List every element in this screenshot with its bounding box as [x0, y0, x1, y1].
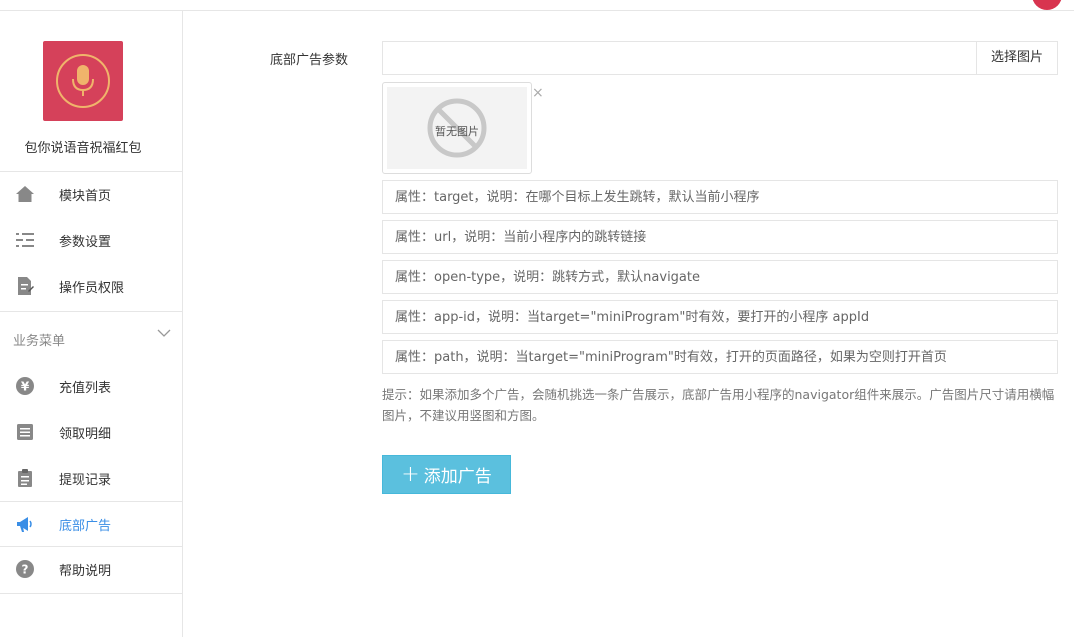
- field-label: 底部广告参数: [270, 53, 349, 68]
- nav-item-help[interactable]: ? 帮助说明: [0, 546, 183, 592]
- hint-text: 提示：如果添加多个广告，会随机挑选一条广告展示，底部广告用小程序的navigat…: [382, 387, 1055, 423]
- ad-target-input[interactable]: [382, 180, 1058, 214]
- svg-text:¥: ¥: [21, 380, 30, 394]
- nav-item-label: 提现记录: [59, 472, 112, 488]
- ad-url-input[interactable]: [382, 220, 1058, 254]
- no-image-text: 暂无图片: [435, 125, 479, 138]
- top-bar: [0, 0, 1074, 11]
- nav-item-label: 底部广告: [59, 518, 112, 534]
- divider: [0, 311, 183, 312]
- user-avatar[interactable]: [1032, 0, 1062, 10]
- chevron-down-icon[interactable]: [157, 327, 171, 342]
- ad-path-input[interactable]: [382, 340, 1058, 374]
- home-icon: [14, 183, 36, 205]
- megaphone-icon: [14, 513, 36, 535]
- nav-item-claim-details[interactable]: 领取明细: [0, 409, 183, 455]
- nav-item-bottom-ads[interactable]: 底部广告: [0, 501, 183, 547]
- nav-item-label: 帮助说明: [59, 563, 112, 579]
- add-ad-label: 添加广告: [423, 467, 492, 487]
- nav-item-withdraw-records[interactable]: 提现记录: [0, 455, 183, 501]
- edit-document-icon: [14, 275, 36, 297]
- nav-item-operator-permissions[interactable]: 操作员权限: [0, 263, 183, 309]
- nav-item-recharge-list[interactable]: ¥ 充值列表: [0, 363, 183, 409]
- help-icon: ?: [14, 558, 36, 580]
- ad-open-type-input[interactable]: [382, 260, 1058, 294]
- nav-item-label: 参数设置: [59, 234, 112, 250]
- nav-item-home[interactable]: 模块首页: [0, 171, 183, 217]
- sidebar: 包你说语音祝福红包 模块首页 参数设置 操作员权限 业务菜单 ¥ 充值列表 领取…: [0, 11, 183, 637]
- yen-icon: ¥: [14, 375, 36, 397]
- nav-item-settings[interactable]: 参数设置: [0, 217, 183, 263]
- nav-item-label: 模块首页: [59, 188, 112, 204]
- choose-image-button[interactable]: 选择图片: [976, 41, 1058, 75]
- nav-item-label: 充值列表: [59, 380, 112, 396]
- list-icon: [14, 421, 36, 443]
- plus-icon: +: [401, 461, 420, 487]
- app-logo: [43, 41, 123, 121]
- app-name: 包你说语音祝福红包: [24, 141, 142, 156]
- clipboard-icon: [14, 467, 36, 489]
- group-title[interactable]: 业务菜单: [13, 330, 65, 349]
- nav-item-label: 领取明细: [59, 426, 112, 442]
- ad-app-id-input[interactable]: [382, 300, 1058, 334]
- image-path-input[interactable]: [382, 41, 977, 75]
- close-icon[interactable]: ×: [532, 86, 544, 100]
- nav-item-label: 操作员权限: [59, 280, 125, 296]
- microphone-icon: [72, 65, 94, 96]
- add-ad-button[interactable]: + 添加广告: [382, 455, 511, 494]
- divider: [0, 593, 183, 594]
- settings-list-icon: [14, 229, 36, 251]
- image-preview: 暂无图片: [382, 82, 532, 174]
- svg-text:?: ?: [22, 563, 29, 577]
